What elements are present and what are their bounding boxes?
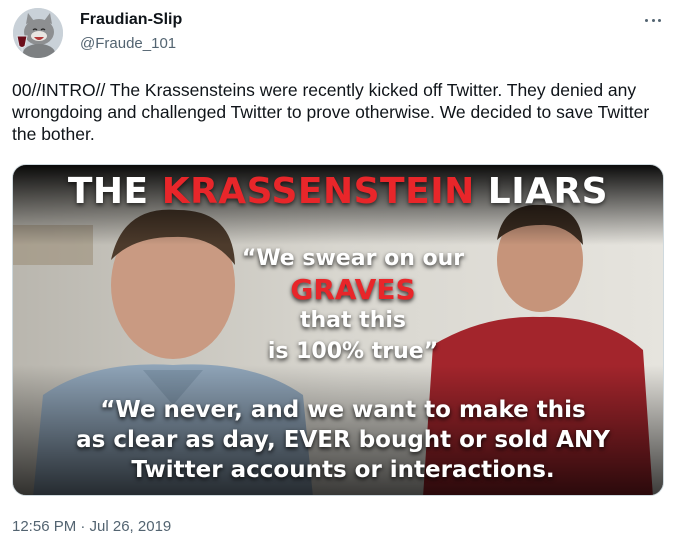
- image-quote-graves: “We swear on our GRAVES that this is 100…: [193, 243, 513, 367]
- quote-line: as clear as day, EVER bought or sold ANY: [76, 427, 610, 453]
- headline-red-part: KRASSENSTEIN: [161, 171, 475, 212]
- headline-part: LIARS: [474, 171, 609, 212]
- image-quote-never: “We never, and we want to make this as c…: [53, 395, 633, 485]
- quote-line: “We swear on our: [241, 246, 465, 271]
- quote-line: that this: [299, 308, 406, 333]
- image-headline: THE KRASSENSTEIN LIARS: [13, 171, 663, 212]
- tweet-card: Fraudian-Slip @Fraude_101 00//INTRO// Th…: [0, 0, 673, 542]
- more-options-icon[interactable]: [641, 12, 665, 28]
- tweet-timestamp[interactable]: 12:56 PM · Jul 26, 2019: [12, 518, 171, 535]
- quote-red-word: GRAVES: [290, 273, 416, 306]
- avatar[interactable]: [13, 8, 63, 58]
- user-handle[interactable]: @Fraude_101: [80, 35, 176, 52]
- display-name[interactable]: Fraudian-Slip: [80, 11, 182, 29]
- headline-part: THE: [67, 171, 162, 212]
- quote-line: is 100% true”: [267, 339, 439, 364]
- tweet-text: 00//INTRO// The Krassensteins were recen…: [12, 80, 650, 144]
- quote-line: “We never, and we want to make this: [100, 397, 586, 423]
- tweet-image[interactable]: THE KRASSENSTEIN LIARS “We swear on our …: [12, 164, 664, 496]
- quote-line: Twitter accounts or interactions.: [131, 457, 555, 483]
- cat-with-wine-avatar-icon: [13, 8, 63, 58]
